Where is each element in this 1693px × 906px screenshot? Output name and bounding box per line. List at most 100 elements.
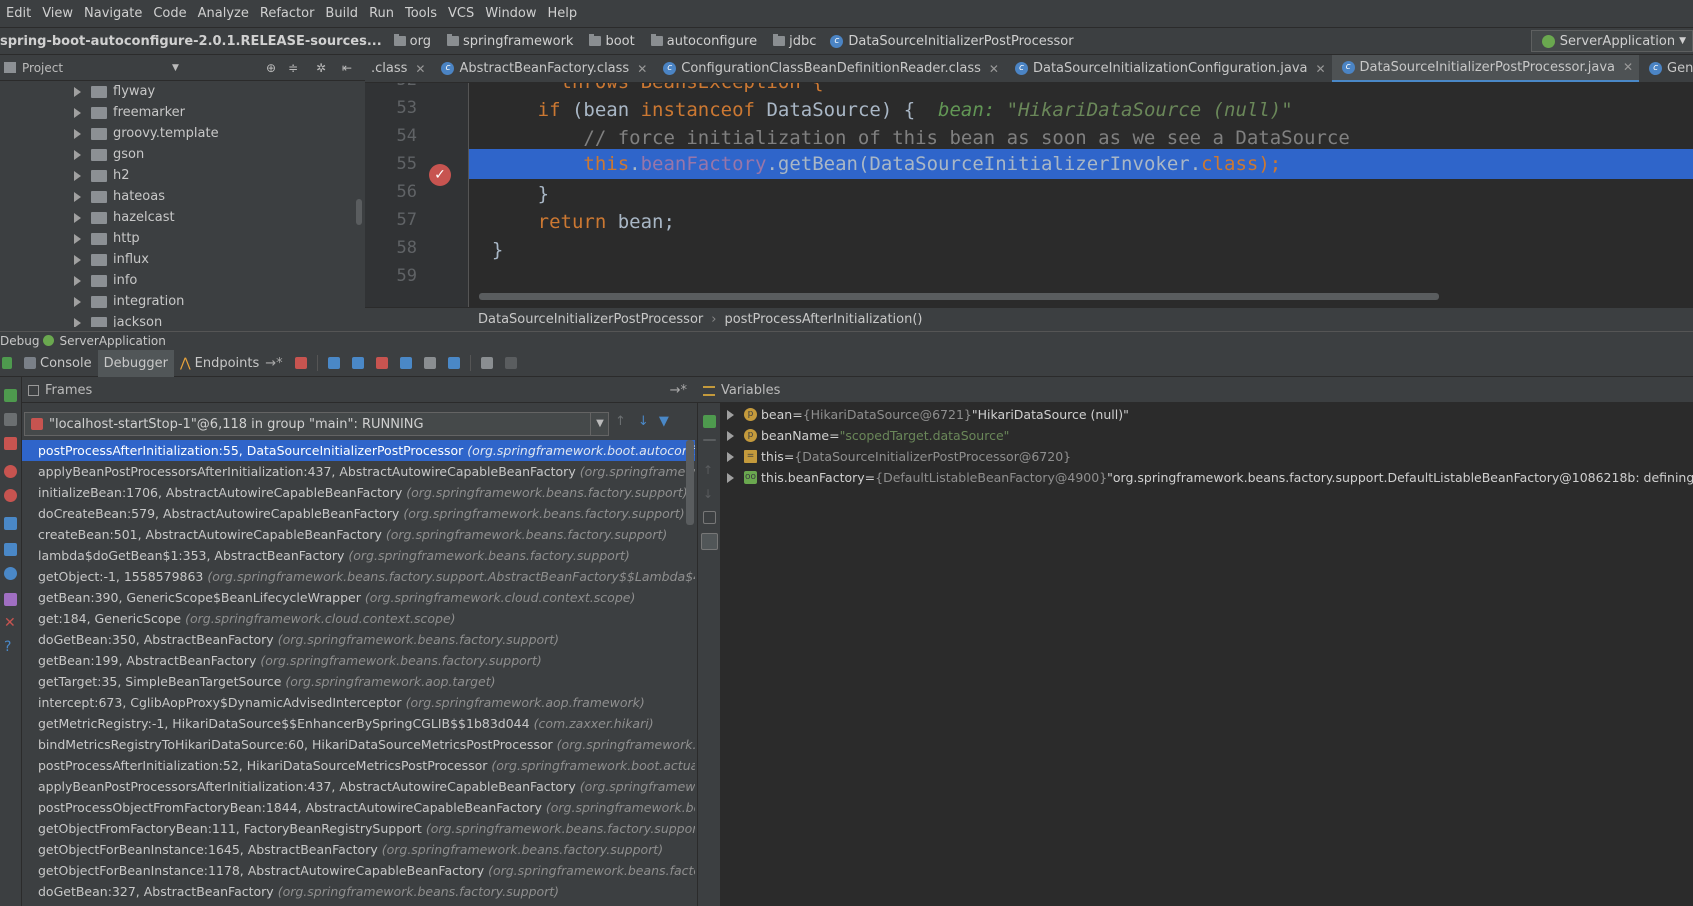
stack-frame[interactable]: applyBeanPostProcessorsAfterInitializati… bbox=[22, 776, 695, 797]
expand-triangle-icon[interactable] bbox=[74, 86, 81, 97]
menu-vcs[interactable]: VCS bbox=[448, 6, 474, 21]
rerun-icon[interactable] bbox=[2, 357, 12, 369]
gear-icon[interactable] bbox=[4, 567, 17, 580]
frames-scrollbar[interactable] bbox=[686, 440, 694, 525]
variable-row[interactable]: p beanName = "scopedTarget.dataSource" bbox=[727, 425, 1009, 446]
stack-frame[interactable]: getBean:390, GenericScope$BeanLifecycleW… bbox=[22, 587, 695, 608]
stack-frame[interactable]: postProcessObjectFromFactoryBean:1844, A… bbox=[22, 797, 695, 818]
close-icon[interactable]: ✕ bbox=[1315, 62, 1325, 76]
mute-breakpoints-icon[interactable] bbox=[4, 489, 17, 502]
expand-triangle-icon[interactable] bbox=[727, 472, 734, 483]
stack-frame[interactable]: doGetBean:350, AbstractBeanFactory (org.… bbox=[22, 629, 695, 650]
nav-crumb-jdbc[interactable]: jdbc bbox=[767, 34, 816, 49]
nav-crumb-module[interactable]: spring-boot-autoconfigure-2.0.1.RELEASE-… bbox=[0, 34, 382, 49]
thread-select[interactable]: "localhost-startStop-1"@6,118 in group "… bbox=[24, 412, 609, 436]
tab-abstract-bean-factory[interactable]: c AbstractBeanFactory.class ✕ bbox=[431, 55, 653, 82]
pin-icon[interactable]: →* bbox=[265, 356, 282, 371]
tree-node-jackson[interactable]: jackson bbox=[74, 312, 162, 327]
close-icon[interactable]: ✕ bbox=[989, 62, 999, 76]
expand-triangle-icon[interactable] bbox=[74, 170, 81, 181]
tab-debugger[interactable]: Debugger bbox=[97, 349, 174, 377]
stack-frame[interactable]: bindMetricsRegistryToHikariDataSource:60… bbox=[22, 734, 695, 755]
expand-triangle-icon[interactable] bbox=[74, 317, 81, 327]
nav-crumb-autoconfigure[interactable]: autoconfigure bbox=[645, 34, 757, 49]
expand-triangle-icon[interactable] bbox=[74, 128, 81, 139]
tab-datasource-initialization-configuration[interactable]: c DataSourceInitializationConfiguration.j… bbox=[1005, 55, 1332, 82]
stack-frame[interactable]: doGetBean:327, AbstractBeanFactory (org.… bbox=[22, 881, 695, 902]
expand-triangle-icon[interactable] bbox=[74, 296, 81, 307]
hide-icon[interactable]: ⇤ bbox=[342, 61, 352, 75]
expand-triangle-icon[interactable] bbox=[74, 212, 81, 223]
variable-row[interactable]: p bean = {HikariDataSource@6721} "HikariD… bbox=[727, 404, 1129, 425]
tree-node-gson[interactable]: gson bbox=[74, 144, 144, 165]
stack-frame[interactable]: getObjectForBeanInstance:1645, AbstractB… bbox=[22, 839, 695, 860]
breadcrumb-class[interactable]: DataSourceInitializerPostProcessor bbox=[478, 312, 703, 327]
help-icon[interactable]: ? bbox=[4, 640, 17, 654]
tree-node-groovy-template[interactable]: groovy.template bbox=[74, 123, 219, 144]
stack-frame[interactable]: initializeBean:1706, AbstractAutowireCap… bbox=[22, 482, 695, 503]
menu-run[interactable]: Run bbox=[369, 6, 394, 21]
tree-node-influx[interactable]: influx bbox=[74, 249, 149, 270]
force-step-into-icon[interactable] bbox=[375, 357, 388, 369]
tab-console[interactable]: Console bbox=[18, 350, 98, 377]
new-watch-icon[interactable] bbox=[703, 415, 716, 428]
expand-triangle-icon[interactable] bbox=[74, 254, 81, 265]
tree-node-integration[interactable]: integration bbox=[74, 291, 184, 312]
nav-crumb-class[interactable]: c DataSourceInitializerPostProcessor bbox=[826, 34, 1074, 49]
breadcrumb-method[interactable]: postProcessAfterInitialization() bbox=[724, 312, 922, 327]
copy-icon[interactable] bbox=[703, 511, 716, 524]
stack-frame[interactable]: doCreateBean:579, AbstractAutowireCapabl… bbox=[22, 503, 695, 524]
restore-layout-icon[interactable] bbox=[4, 543, 17, 556]
expand-triangle-icon[interactable] bbox=[74, 191, 81, 202]
tree-node-http[interactable]: http bbox=[74, 228, 140, 249]
stack-frame[interactable]: getMetricRegistry:-1, HikariDataSource$$… bbox=[22, 713, 695, 734]
tree-node-hateoas[interactable]: hateoas bbox=[74, 186, 165, 207]
tree-scrollbar[interactable] bbox=[356, 199, 362, 225]
stack-frame[interactable]: postProcessAfterInitialization:52, Hikar… bbox=[22, 755, 695, 776]
tab-configuration-class-bean-definition-reader[interactable]: c ConfigurationClassBeanDefinitionReader.… bbox=[653, 55, 1005, 82]
close-icon[interactable]: ✕ bbox=[637, 62, 647, 76]
stack-frame[interactable]: intercept:673, CglibAopProxy$DynamicAdvi… bbox=[22, 692, 695, 713]
stack-frame[interactable]: get:184, GenericScope (org.springframewo… bbox=[22, 608, 695, 629]
breakpoint-icon[interactable]: ✓ bbox=[429, 164, 451, 186]
menu-help[interactable]: Help bbox=[548, 6, 578, 21]
variable-row[interactable]: oo this.beanFactory = {DefaultListableBea… bbox=[727, 467, 1693, 488]
arrow-up-icon[interactable]: ↑ bbox=[703, 463, 716, 477]
project-panel-title[interactable]: Project bbox=[22, 61, 63, 75]
step-into-icon[interactable] bbox=[351, 357, 364, 369]
collapse-icon[interactable]: ≑ bbox=[288, 61, 298, 75]
expand-triangle-icon[interactable] bbox=[74, 149, 81, 160]
gear-icon[interactable]: ✲ bbox=[316, 61, 326, 75]
code-editor[interactable]: 52 53 54 55 56 57 58 59 ✓ throws BeansEx… bbox=[365, 83, 1693, 307]
nav-crumb-boot[interactable]: boot bbox=[583, 34, 635, 49]
editor-gutter[interactable]: 52 53 54 55 56 57 58 59 ✓ bbox=[365, 83, 469, 307]
close-icon[interactable]: ✕ bbox=[1623, 60, 1633, 74]
menu-window[interactable]: Window bbox=[485, 6, 536, 21]
menu-view[interactable]: View bbox=[42, 6, 73, 21]
stack-frame[interactable]: lambda$doGetBean$1:353, AbstractBeanFact… bbox=[22, 545, 695, 566]
expand-triangle-icon[interactable] bbox=[727, 451, 734, 462]
view-breakpoints-icon[interactable] bbox=[4, 465, 17, 478]
show-watches-icon[interactable] bbox=[701, 533, 718, 550]
arrow-down-icon[interactable]: ↓ bbox=[703, 487, 716, 501]
stack-frame[interactable]: getBean:199, AbstractBeanFactory (org.sp… bbox=[22, 650, 695, 671]
drop-frame-icon[interactable] bbox=[423, 357, 436, 369]
tab-class[interactable]: .class ✕ bbox=[365, 55, 431, 82]
arrow-down-icon[interactable]: ↓ bbox=[638, 414, 649, 429]
tab-datasource-initializer-post-processor[interactable]: c DataSourceInitializerPostProcessor.java… bbox=[1331, 55, 1640, 82]
nav-crumb-org[interactable]: org bbox=[388, 34, 431, 49]
expand-triangle-icon[interactable] bbox=[727, 430, 734, 441]
tree-node-info[interactable]: info bbox=[74, 270, 137, 291]
stop-icon[interactable] bbox=[4, 437, 17, 450]
close-icon[interactable]: ✕ bbox=[415, 62, 425, 76]
tab-generic-scope[interactable]: cGenericScope.class✕ bbox=[1639, 55, 1693, 82]
menu-refactor[interactable]: Refactor bbox=[260, 6, 315, 21]
pin-icon[interactable] bbox=[4, 593, 17, 606]
menu-code[interactable]: Code bbox=[153, 6, 186, 21]
tree-node-flyway[interactable]: flyway bbox=[74, 81, 155, 102]
stack-frame[interactable]: postProcessAfterInitialization:55, DataS… bbox=[22, 440, 695, 461]
trace-icon[interactable] bbox=[504, 357, 517, 369]
tab-endpoints[interactable]: ⋀ Endpoints →* bbox=[174, 350, 289, 377]
expand-triangle-icon[interactable] bbox=[727, 409, 734, 420]
arrow-up-icon[interactable]: ↑ bbox=[615, 414, 626, 429]
